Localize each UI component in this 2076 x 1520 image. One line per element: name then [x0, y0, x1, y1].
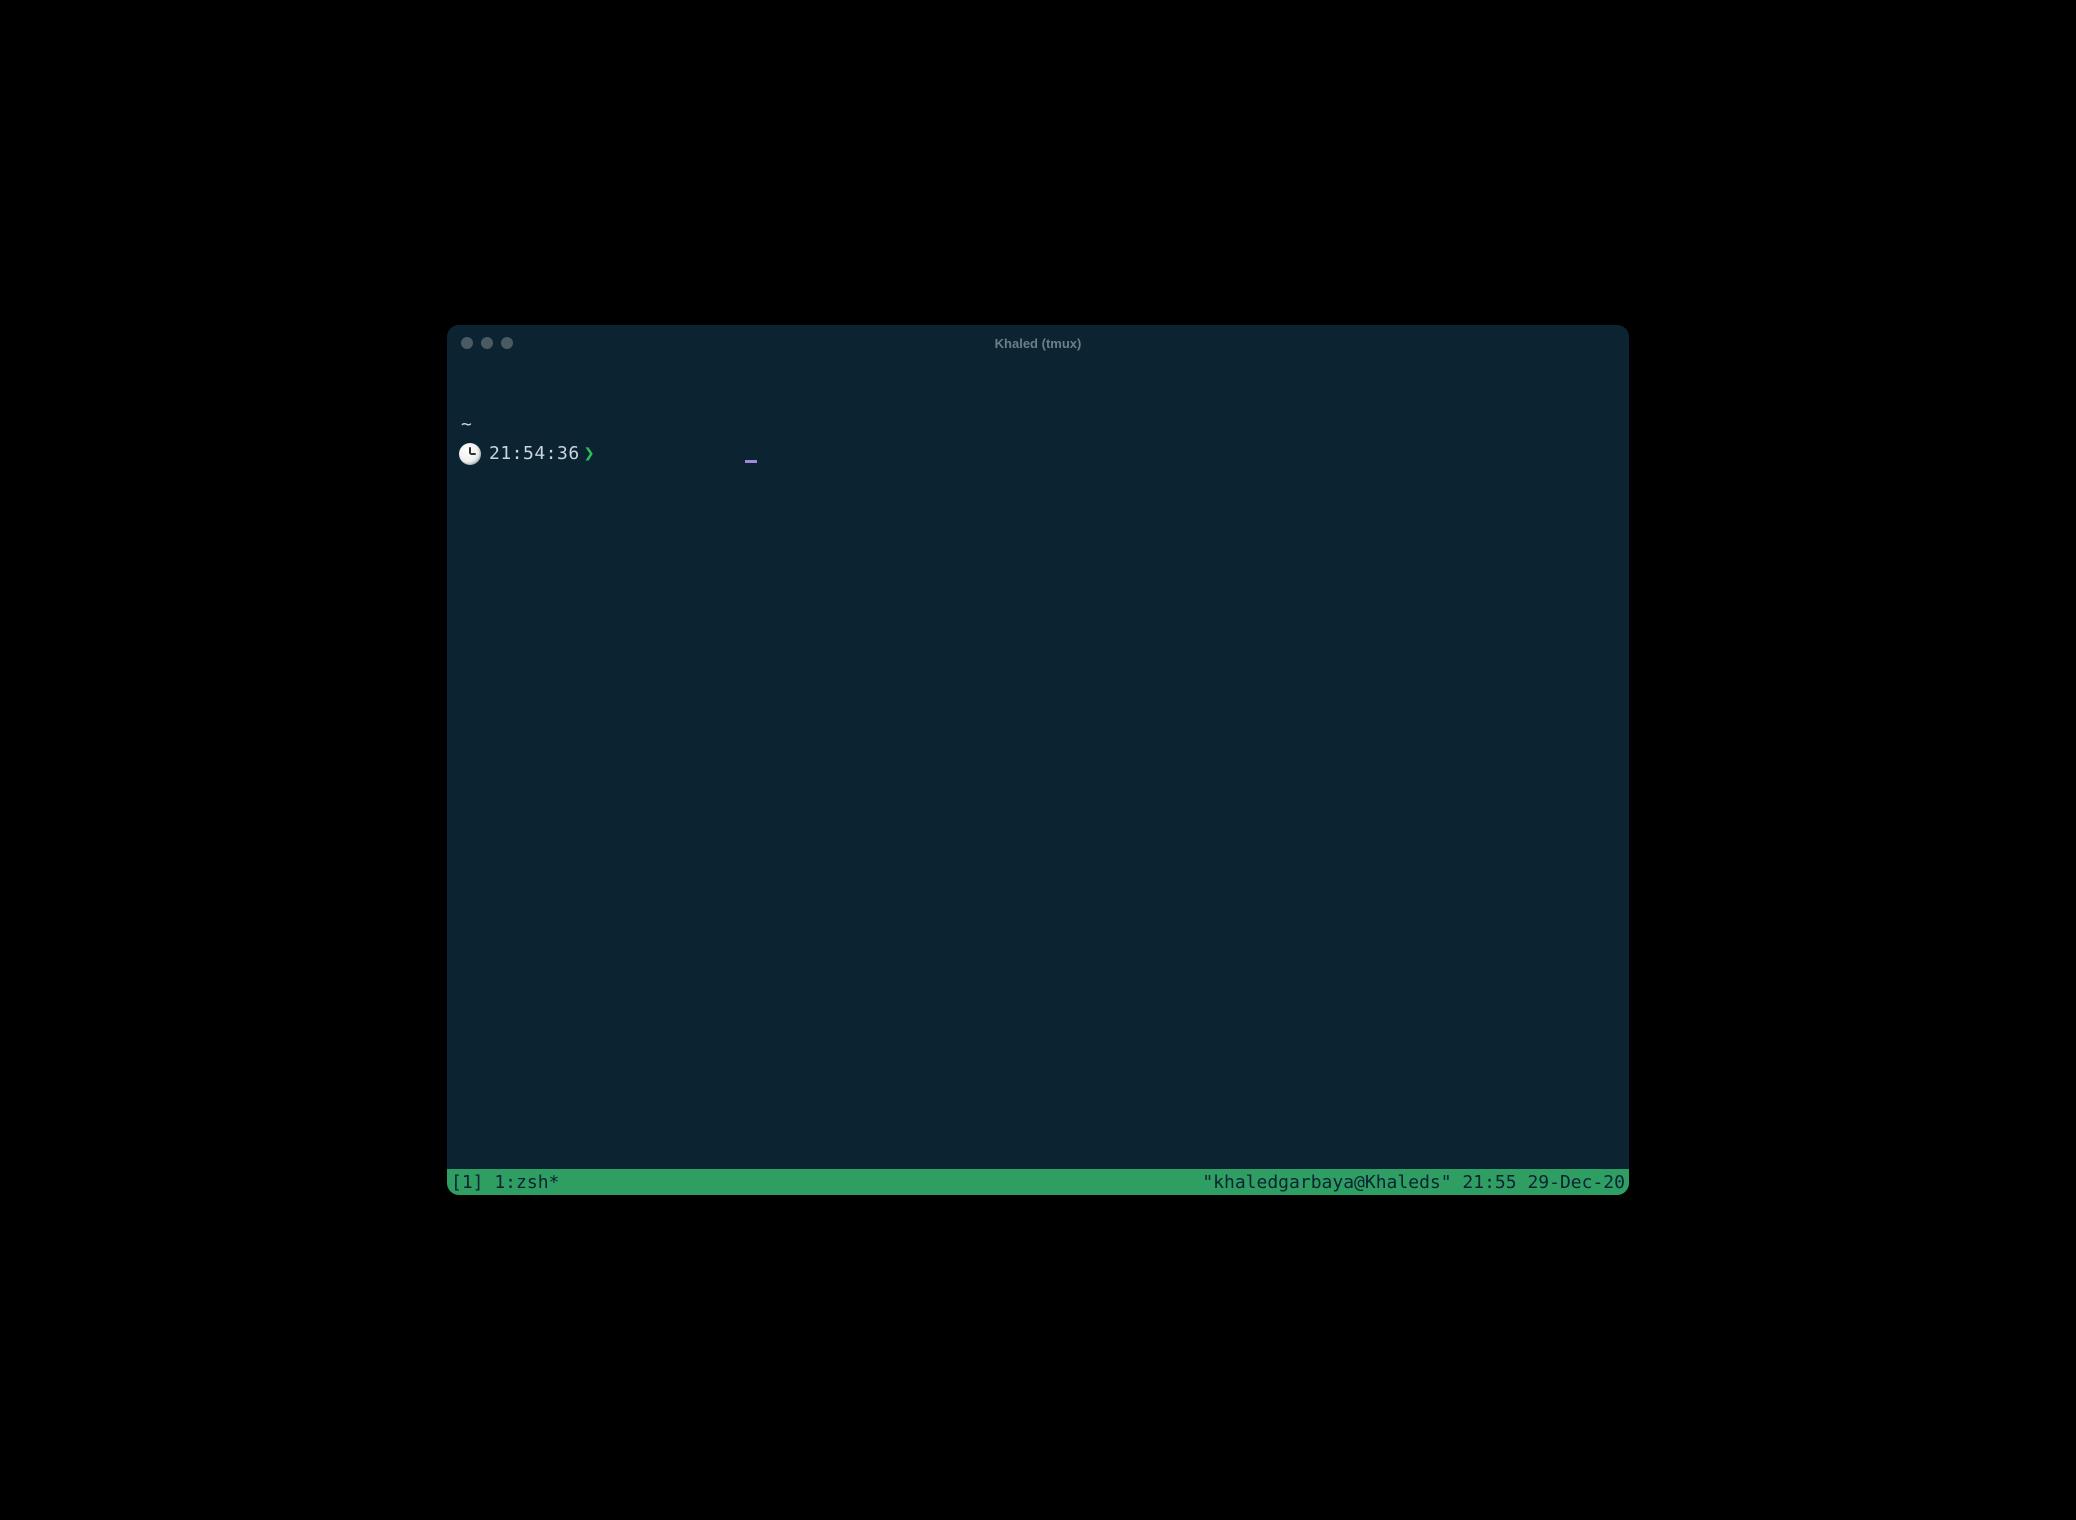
window-controls [461, 337, 513, 349]
tmux-status-date: 29-Dec-20 [1527, 1172, 1625, 1193]
maximize-window-button[interactable] [501, 337, 513, 349]
tmux-status-right: "khaledgarbaya@Khaleds" 21:55 29-Dec-20 [1202, 1172, 1625, 1193]
prompt-arrow-icon: ❯ [584, 440, 595, 467]
window-title: Khaled (tmux) [447, 336, 1629, 351]
prompt-cwd: ~ [457, 411, 1619, 438]
terminal-viewport[interactable]: ~ 21:54:36 ❯ [447, 361, 1629, 1169]
text-cursor[interactable] [745, 460, 757, 463]
titlebar[interactable]: Khaled (tmux) [447, 325, 1629, 361]
minimize-window-button[interactable] [481, 337, 493, 349]
tmux-statusbar[interactable]: [1] 1:zsh* "khaledgarbaya@Khaleds" 21:55… [447, 1169, 1629, 1195]
prompt-line: 21:54:36 ❯ [457, 440, 1619, 467]
prompt-time: 21:54:36 [489, 440, 580, 467]
tmux-status-left: [1] 1:zsh* [451, 1172, 559, 1193]
terminal-window: Khaled (tmux) ~ 21:54:36 ❯ [1] 1:zsh* "k… [447, 325, 1629, 1195]
tmux-status-time: 21:55 [1462, 1172, 1516, 1193]
clock-icon [459, 443, 481, 465]
close-window-button[interactable] [461, 337, 473, 349]
tmux-status-host: "khaledgarbaya@Khaleds" [1202, 1172, 1451, 1193]
